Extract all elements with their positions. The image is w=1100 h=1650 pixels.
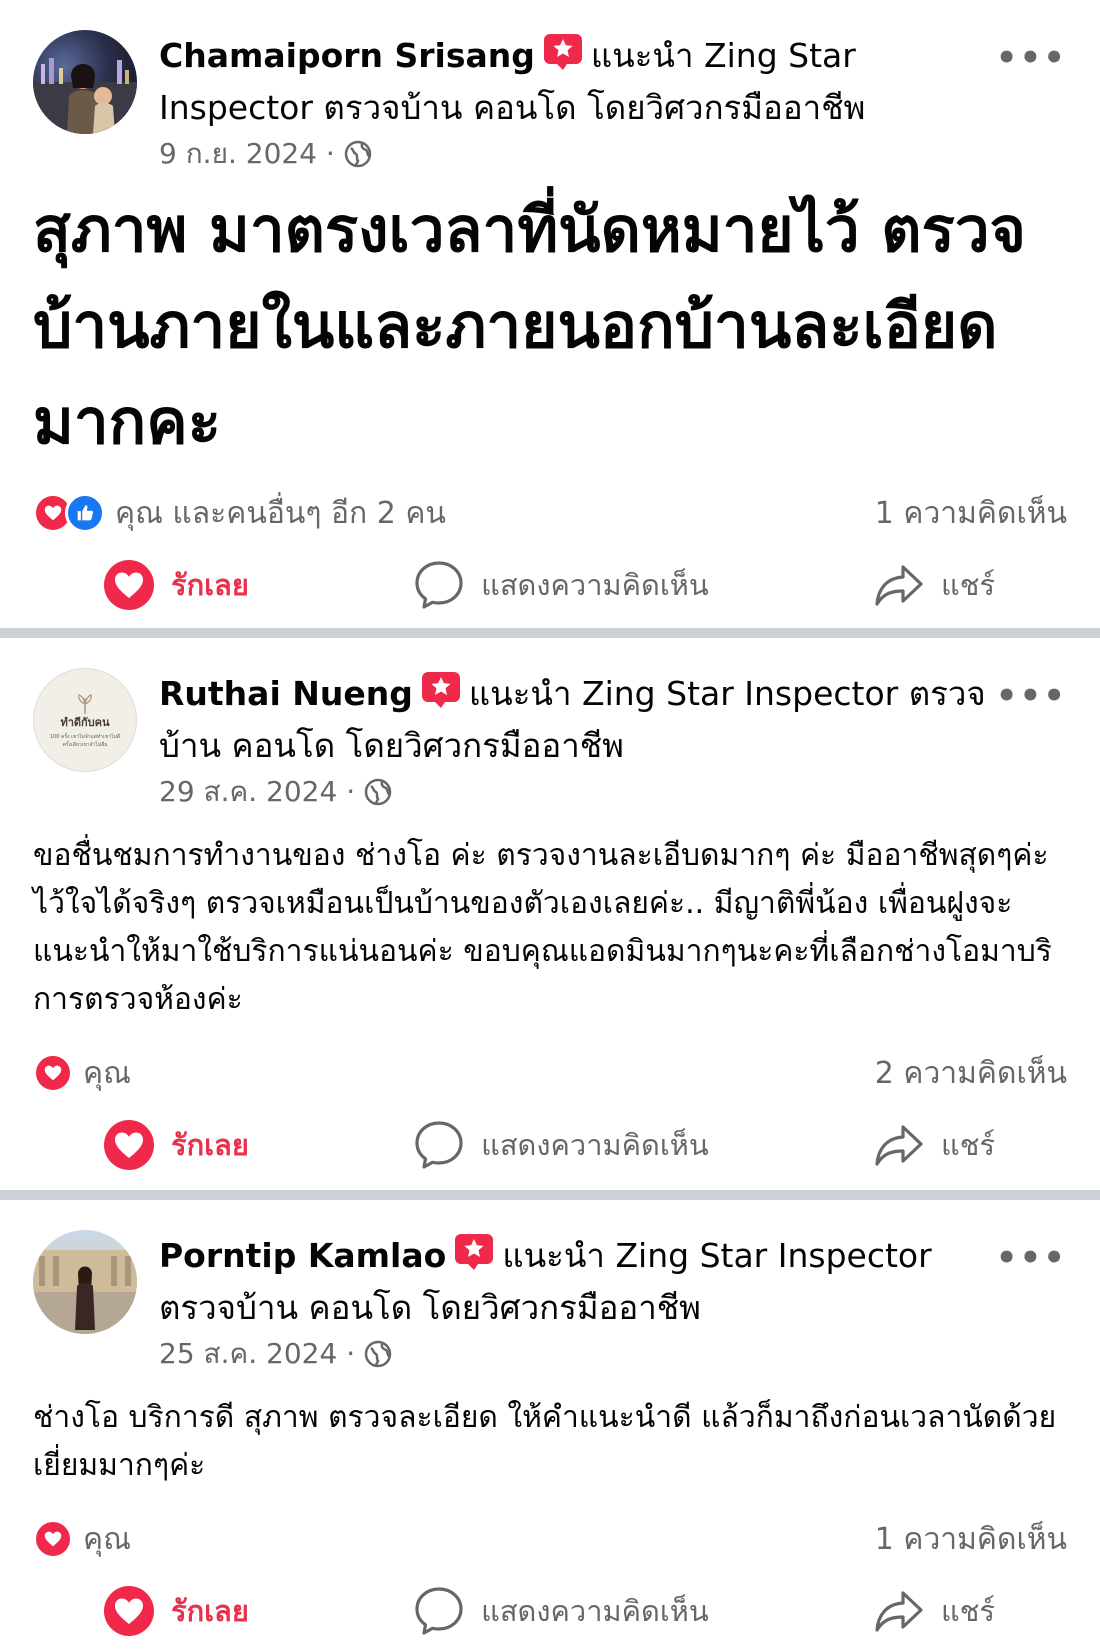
post-2: ทำดีกับคน 100 ครั้ง เขาไม่จำแต่ทำเขาไม่ด…: [0, 638, 1100, 1190]
post-date[interactable]: 25 ส.ค. 2024 ·: [159, 1334, 355, 1374]
share-label: แชร์: [941, 568, 995, 602]
share-button[interactable]: แชร์: [873, 1119, 995, 1171]
top-fan-star-icon: [543, 33, 583, 71]
author-line: Porntip Kamlao แนะนำ Zing Star Inspector …: [159, 1230, 997, 1334]
post-meta: 25 ส.ค. 2024 ·: [159, 1334, 997, 1374]
love-label: รักเลย: [171, 568, 249, 602]
comment-label: แสดงความคิดเห็น: [481, 568, 709, 602]
author-line: Ruthai Nueng แนะนำ Zing Star Inspector ตร…: [159, 668, 997, 772]
post-text: ขอชื่นชมการทำงานของ ช่างโอ ค่ะ ตรวจงานละ…: [33, 838, 1052, 1017]
love-reaction-icon: [33, 1519, 73, 1559]
globe-icon: [343, 139, 373, 169]
love-button[interactable]: รักเลย: [103, 1119, 249, 1171]
comment-label: แสดงความคิดเห็น: [481, 1594, 709, 1628]
reactions-text: คุณ: [83, 1055, 131, 1091]
reactions-summary[interactable]: คุณ: [33, 1050, 131, 1097]
top-fan-star-icon: [421, 671, 461, 709]
share-icon: [873, 1585, 925, 1637]
action-bar: รักเลย แสดงความคิดเห็น แชร์: [33, 1098, 1067, 1192]
comment-icon: [413, 1119, 465, 1171]
action-bar: รักเลย แสดงความคิดเห็น แชร์: [33, 538, 1067, 632]
share-icon: [873, 1119, 925, 1171]
reaction-icons: [33, 1053, 73, 1093]
author-name[interactable]: Ruthai Nueng: [159, 674, 413, 713]
love-label: รักเลย: [171, 1128, 249, 1162]
share-button[interactable]: แชร์: [873, 1585, 995, 1637]
love-icon: [103, 559, 155, 611]
comment-count[interactable]: 1 ความคิดเห็น: [875, 490, 1067, 537]
avatar-caption-2: 100 ครั้ง เขาไม่จำแต่ทำเขาไม่ดี: [49, 733, 121, 740]
more-options-button[interactable]: •••: [996, 1238, 1067, 1278]
reaction-icons: [33, 493, 105, 533]
reactions-text: คุณ และคนอื่นๆ อีก 2 คน: [115, 495, 446, 531]
author-name[interactable]: Porntip Kamlao: [159, 1236, 446, 1275]
comment-button[interactable]: แสดงความคิดเห็น: [413, 1585, 709, 1637]
post-header: Chamaiporn Srisang แนะนำ Zing Star Inspec…: [33, 0, 1067, 174]
comment-button[interactable]: แสดงความคิดเห็น: [413, 1119, 709, 1171]
avatar-photo: [33, 1250, 137, 1334]
avatar-photo: [33, 58, 137, 134]
post-3: Porntip Kamlao แนะนำ Zing Star Inspector …: [0, 1200, 1100, 1650]
reactions-summary[interactable]: คุณ: [33, 1516, 131, 1563]
comment-icon: [413, 1585, 465, 1637]
leaf-icon: [78, 693, 92, 714]
post-header-text: Chamaiporn Srisang แนะนำ Zing Star Inspec…: [159, 30, 1067, 174]
post-header-text: Ruthai Nueng แนะนำ Zing Star Inspector ตร…: [159, 668, 1067, 812]
post-text: ช่างโอ บริการดี สุภาพ ตรวจละเอียด ให้คำแ…: [33, 1400, 1057, 1483]
post-header: Porntip Kamlao แนะนำ Zing Star Inspector …: [33, 1200, 1067, 1374]
avatar[interactable]: ทำดีกับคน 100 ครั้ง เขาไม่จำแต่ทำเขาไม่ด…: [33, 668, 137, 772]
comment-button[interactable]: แสดงความคิดเห็น: [413, 559, 709, 611]
love-button[interactable]: รักเลย: [103, 559, 249, 611]
avatar-caption-3: ครั้งเดียวเขาจำไม่ลืม: [62, 741, 108, 748]
comment-label: แสดงความคิดเห็น: [481, 1128, 709, 1162]
reactions-bar: คุณ 2 ความคิดเห็น: [33, 1048, 1067, 1098]
reactions-summary[interactable]: คุณ และคนอื่นๆ อีก 2 คน: [33, 490, 446, 537]
comment-count[interactable]: 2 ความคิดเห็น: [875, 1050, 1067, 1097]
globe-icon: [363, 1339, 393, 1369]
share-label: แชร์: [941, 1128, 995, 1162]
comment-count[interactable]: 1 ความคิดเห็น: [875, 1516, 1067, 1563]
love-icon: [103, 1119, 155, 1171]
share-label: แชร์: [941, 1594, 995, 1628]
share-button[interactable]: แชร์: [873, 559, 995, 611]
reactions-text: คุณ: [83, 1521, 131, 1557]
comment-icon: [413, 559, 465, 611]
reactions-bar: คุณ 1 ความคิดเห็น: [33, 1514, 1067, 1564]
love-button[interactable]: รักเลย: [103, 1585, 249, 1637]
globe-icon: [363, 777, 393, 807]
love-label: รักเลย: [171, 1594, 249, 1628]
post-header-text: Porntip Kamlao แนะนำ Zing Star Inspector …: [159, 1230, 1067, 1374]
post-meta: 9 ก.ย. 2024 ·: [159, 134, 997, 174]
love-icon: [103, 1585, 155, 1637]
top-fan-star-icon: [454, 1233, 494, 1271]
like-reaction-icon: [65, 493, 105, 533]
avatar[interactable]: [33, 30, 137, 134]
post-meta: 29 ส.ค. 2024 ·: [159, 772, 997, 812]
post-text: สุภาพ มาตรงเวลาที่นัดหมายไว้ ตรวจบ้านภาย…: [33, 193, 1026, 458]
author-name[interactable]: Chamaiporn Srisang: [159, 36, 535, 75]
reactions-bar: คุณ และคนอื่นๆ อีก 2 คน 1 ความคิดเห็น: [33, 488, 1067, 538]
share-icon: [873, 559, 925, 611]
love-reaction-icon: [33, 1053, 73, 1093]
post-date[interactable]: 9 ก.ย. 2024 ·: [159, 134, 335, 174]
author-line: Chamaiporn Srisang แนะนำ Zing Star Inspec…: [159, 30, 997, 134]
more-options-button[interactable]: •••: [996, 676, 1067, 716]
avatar[interactable]: [33, 1230, 137, 1334]
avatar-caption-1: ทำดีกับคน: [60, 715, 110, 729]
post-1: Chamaiporn Srisang แนะนำ Zing Star Inspec…: [0, 0, 1100, 628]
post-header: ทำดีกับคน 100 ครั้ง เขาไม่จำแต่ทำเขาไม่ด…: [33, 638, 1067, 812]
reaction-icons: [33, 1519, 73, 1559]
post-date[interactable]: 29 ส.ค. 2024 ·: [159, 772, 355, 812]
more-options-button[interactable]: •••: [996, 38, 1067, 78]
action-bar: รักเลย แสดงความคิดเห็น แชร์: [33, 1564, 1067, 1650]
